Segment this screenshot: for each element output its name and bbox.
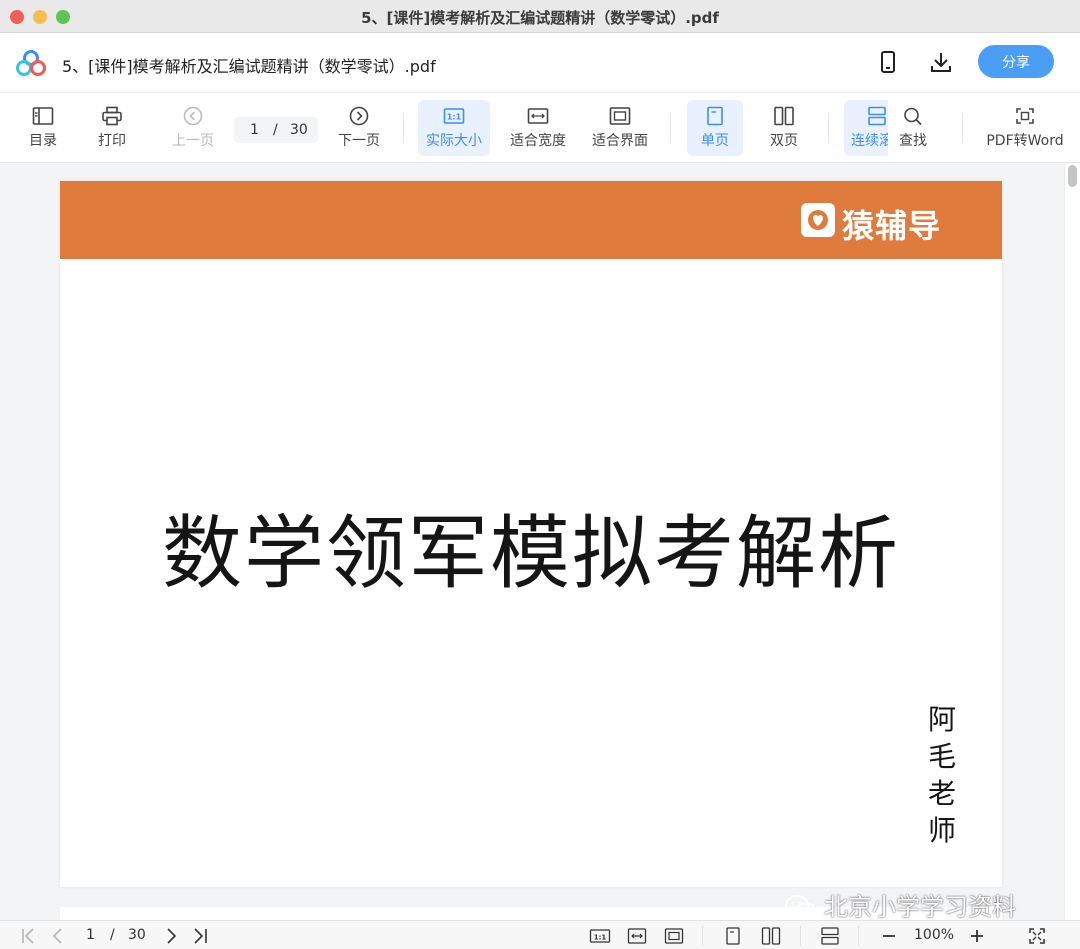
- single-page-icon[interactable]: [724, 926, 742, 946]
- brand-logo-icon: [801, 203, 835, 237]
- print-label: 打印: [98, 133, 126, 149]
- app-window: 5、[课件]模考解析及汇编试题精讲（数学零试）.pdf 5、[课件]模考解析及汇…: [0, 0, 1080, 949]
- double-page-button[interactable]: 双页: [756, 100, 812, 156]
- app-logo-icon: [16, 50, 46, 76]
- print-button[interactable]: 打印: [84, 100, 140, 156]
- pdf-to-word-label: PDF转Word: [986, 133, 1064, 149]
- single-page-label: 单页: [701, 133, 729, 149]
- continuous-scroll-icon[interactable]: [820, 926, 840, 946]
- fit-screen-button[interactable]: 适合界面: [586, 100, 654, 156]
- fit-screen-icon[interactable]: [664, 926, 684, 946]
- author-name: 阿毛老师: [927, 703, 956, 847]
- status-divider: [702, 926, 703, 946]
- fit-width-label: 适合宽度: [510, 133, 566, 149]
- double-page-icon: [774, 106, 794, 126]
- status-divider: [800, 926, 801, 946]
- actual-size-icon: 1:1: [443, 108, 465, 124]
- single-page-icon: [707, 106, 723, 126]
- actual-size-button[interactable]: 1:1 实际大小: [418, 100, 490, 156]
- toc-button[interactable]: 目录: [14, 100, 72, 156]
- share-button[interactable]: 分享: [978, 45, 1054, 78]
- single-page-button[interactable]: 单页: [687, 100, 743, 156]
- title-bar: 5、[课件]模考解析及汇编试题精讲（数学零试）.pdf: [0, 0, 1080, 33]
- zoom-in-icon[interactable]: [968, 926, 986, 946]
- continuous-scroll-button[interactable]: 连续滚: [844, 100, 888, 156]
- find-button[interactable]: 查找: [888, 100, 938, 156]
- next-page-button[interactable]: 下一页: [330, 100, 388, 156]
- watermark-text: 北京小学学习资料: [824, 893, 1016, 921]
- fit-screen-icon: [609, 107, 631, 125]
- status-current-page[interactable]: 1: [86, 927, 95, 943]
- fit-screen-label: 适合界面: [592, 133, 648, 149]
- vertical-scrollbar[interactable]: [1064, 163, 1080, 920]
- zoom-out-icon[interactable]: [880, 926, 898, 946]
- app-header: 5、[课件]模考解析及汇编试题精讲（数学零试）.pdf 分享: [0, 33, 1080, 93]
- toc-icon: [32, 107, 54, 125]
- toolbar-divider: [403, 113, 404, 143]
- continuous-scroll-icon: [868, 106, 886, 126]
- slide-title: 数学领军模拟考解析: [162, 507, 900, 600]
- status-divider: [858, 926, 859, 946]
- convert-icon: [1016, 108, 1034, 124]
- prev-page-label: 上一页: [172, 133, 214, 149]
- mobile-icon[interactable]: [876, 50, 900, 74]
- page-separator: /: [273, 122, 278, 138]
- fullscreen-icon[interactable]: [1028, 926, 1046, 946]
- printer-icon: [102, 106, 122, 126]
- prev-page-button[interactable]: 上一页: [164, 100, 222, 156]
- document-title: 5、[课件]模考解析及汇编试题精讲（数学零试）.pdf: [62, 57, 436, 76]
- actual-size-label: 实际大小: [426, 133, 482, 149]
- fit-width-icon[interactable]: [627, 926, 647, 946]
- actual-size-icon[interactable]: 1:1: [589, 926, 611, 946]
- toolbar-divider: [828, 113, 829, 143]
- toolbar-divider: [670, 113, 671, 143]
- toolbar: 目录 打印 上一页 1 / 30 下一页 1:1 实际大小 适合宽度 适合界面 …: [0, 93, 1080, 163]
- next-page-icon[interactable]: [163, 926, 179, 946]
- last-page-icon[interactable]: [191, 926, 209, 946]
- wechat-icon: [785, 895, 817, 920]
- page-number-input[interactable]: 1 / 30: [234, 117, 318, 143]
- toc-label: 目录: [29, 133, 57, 149]
- window-title: 5、[课件]模考解析及汇编试题精讲（数学零试）.pdf: [361, 9, 719, 27]
- pdf-to-word-button[interactable]: PDF转Word: [982, 100, 1068, 156]
- current-page-value: 1: [250, 122, 259, 138]
- fit-width-icon: [527, 108, 549, 124]
- chevron-left-circle-icon: [183, 106, 203, 126]
- search-icon: [904, 107, 922, 126]
- toolbar-divider: [962, 113, 963, 143]
- scrollbar-thumb[interactable]: [1068, 165, 1077, 187]
- total-pages-value: 30: [290, 122, 308, 138]
- chevron-right-circle-icon: [349, 106, 369, 126]
- zoom-level[interactable]: 100%: [914, 927, 954, 943]
- brand-name: 猿辅导: [842, 207, 942, 245]
- page-header-banner: 猿辅导: [60, 181, 1002, 259]
- continuous-scroll-label: 连续滚: [851, 133, 888, 149]
- fit-width-button[interactable]: 适合宽度: [504, 100, 572, 156]
- pdf-page: 猿辅导 数学领军模拟考解析 阿毛老师: [60, 181, 1002, 887]
- status-bar: 1 / 30 1:1 100%: [0, 920, 1080, 949]
- svg-text:1:1: 1:1: [594, 934, 607, 942]
- watermark: 北京小学学习资料: [784, 887, 1016, 922]
- double-page-icon[interactable]: [761, 926, 781, 946]
- next-page-label: 下一页: [338, 133, 380, 149]
- find-label: 查找: [899, 133, 927, 149]
- status-page-separator: /: [110, 927, 115, 943]
- double-page-label: 双页: [770, 133, 798, 149]
- first-page-icon[interactable]: [20, 926, 38, 946]
- download-icon[interactable]: [929, 50, 953, 74]
- status-total-pages: 30: [128, 927, 146, 943]
- prev-page-icon[interactable]: [50, 926, 66, 946]
- svg-text:1:1: 1:1: [447, 113, 462, 122]
- document-viewer[interactable]: 猿辅导 数学领军模拟考解析 阿毛老师: [0, 163, 1064, 920]
